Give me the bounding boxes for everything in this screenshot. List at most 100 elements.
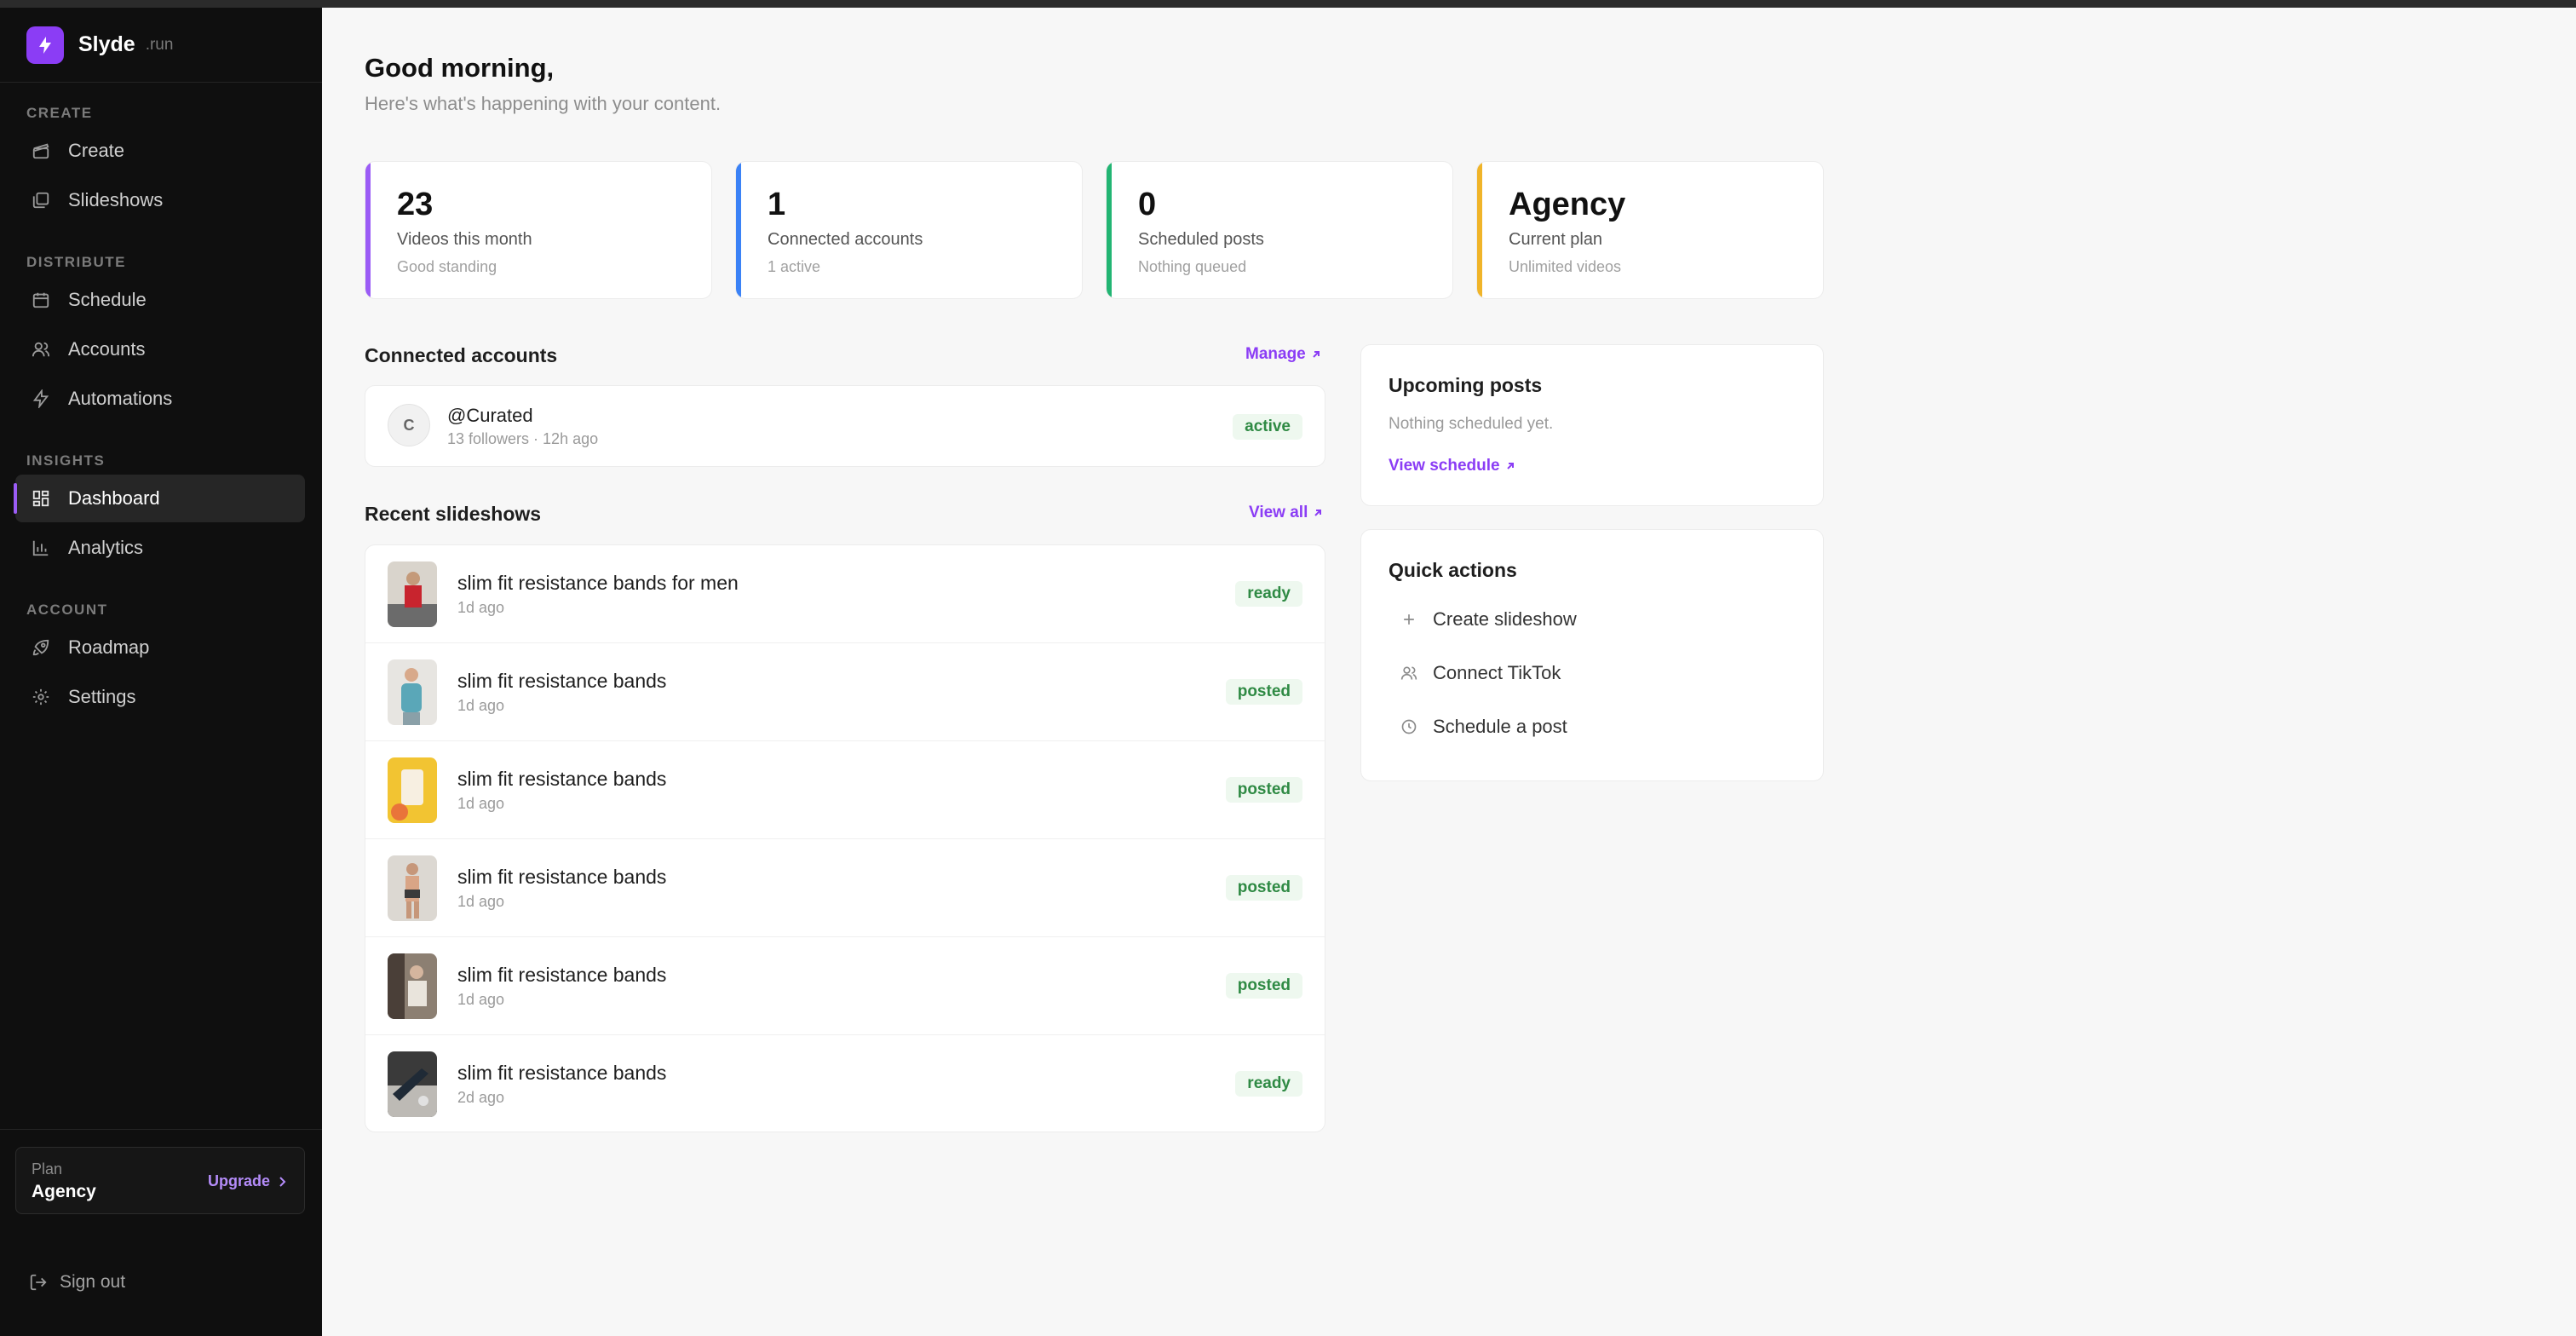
recent-slideshows-title: Recent slideshows — [365, 503, 542, 525]
slideshow-title: slim fit resistance bands — [457, 1062, 667, 1084]
sidebar: Slyde .run CREATE Create Slideshows DIST… — [0, 8, 322, 1336]
slideshow-thumbnail — [388, 953, 437, 1019]
quick-actions-panel: Quick actions Create slideshow Connect T… — [1360, 529, 1824, 781]
stat-accent — [1107, 162, 1112, 298]
view-all-label: View all — [1249, 504, 1308, 521]
stat-label: Videos this month — [397, 230, 532, 249]
upgrade-label: Upgrade — [207, 1172, 270, 1189]
arrow-up-right-icon — [1314, 510, 1322, 516]
sidebar-item-label: Accounts — [68, 338, 146, 360]
arrow-up-right-icon — [1506, 463, 1514, 469]
slideshow-title: slim fit resistance bands — [457, 768, 667, 790]
quick-action-label: Schedule a post — [1433, 716, 1567, 737]
stat-label: Scheduled posts — [1138, 230, 1264, 249]
status-badge: ready — [1235, 581, 1302, 607]
slideshow-thumbnail — [388, 659, 437, 725]
view-schedule-link[interactable]: View schedule — [1389, 457, 1515, 475]
arrow-up-right-icon — [1313, 351, 1320, 358]
sidebar-item-automations[interactable]: Automations — [15, 375, 305, 423]
rocket-icon — [31, 637, 51, 658]
calendar-icon — [31, 290, 51, 310]
slideshow-thumbnail — [388, 1051, 437, 1117]
plan-value: Agency — [32, 1182, 96, 1201]
slideshow-title: slim fit resistance bands — [457, 670, 667, 692]
nav-section-distribute: DISTRIBUTE — [26, 254, 126, 270]
upcoming-empty-text: Nothing scheduled yet. — [1389, 415, 1554, 433]
stat-label: Current plan — [1509, 230, 1603, 249]
page-subtitle: Here's what's happening with your conten… — [365, 93, 722, 114]
bolt-icon — [31, 389, 51, 409]
slideshow-time: 2d ago — [457, 1089, 505, 1106]
slideshow-row[interactable]: slim fit resistance bands 1d ago posted — [365, 839, 1325, 937]
stat-accent — [736, 162, 741, 298]
slideshow-thumbnail — [388, 561, 437, 627]
slideshow-title: slim fit resistance bands — [457, 866, 667, 888]
slideshow-row[interactable]: slim fit resistance bands 1d ago posted — [365, 741, 1325, 839]
account-row[interactable]: C @Curated 13 followers · 12h ago active — [365, 386, 1325, 466]
stat-card-scheduled-posts: 0 Scheduled posts Nothing queued — [1106, 161, 1453, 299]
brand[interactable]: Slyde .run — [0, 8, 322, 83]
gear-icon — [31, 687, 51, 707]
status-badge: posted — [1225, 973, 1302, 999]
upcoming-posts-title: Upcoming posts — [1389, 374, 1543, 396]
stat-card-connected-accounts: 1 Connected accounts 1 active — [735, 161, 1083, 299]
plan-label: Plan — [32, 1160, 63, 1178]
view-all-link[interactable]: View all — [1249, 504, 1323, 522]
slideshow-time: 1d ago — [457, 991, 505, 1008]
sidebar-item-settings[interactable]: Settings — [15, 673, 305, 721]
slideshow-row[interactable]: slim fit resistance bands 1d ago posted — [365, 937, 1325, 1035]
create-slideshow-button[interactable]: Create slideshow — [1399, 608, 1577, 631]
users-icon — [1399, 663, 1419, 683]
slideshow-row[interactable]: slim fit resistance bands 2d ago ready — [365, 1035, 1325, 1133]
sidebar-item-label: Schedule — [68, 289, 147, 310]
sign-out-button[interactable]: Sign out — [29, 1272, 125, 1293]
slideshow-time: 1d ago — [457, 697, 505, 714]
nav-section-insights: INSIGHTS — [26, 452, 106, 469]
slideshow-row[interactable]: slim fit resistance bands for men 1d ago… — [365, 545, 1325, 643]
images-icon — [31, 190, 51, 210]
slideshow-time: 1d ago — [457, 795, 505, 812]
account-meta: 13 followers · 12h ago — [447, 430, 599, 447]
nav-section-account: ACCOUNT — [26, 602, 108, 618]
quick-actions-title: Quick actions — [1389, 559, 1517, 581]
stat-value: 0 — [1138, 187, 1157, 222]
status-badge: posted — [1225, 875, 1302, 901]
stat-sub: Good standing — [397, 258, 497, 275]
users-icon — [31, 339, 51, 360]
stat-card-videos: 23 Videos this month Good standing — [365, 161, 712, 299]
sidebar-item-schedule[interactable]: Schedule — [15, 276, 305, 324]
brand-tld: .run — [145, 35, 174, 54]
stat-accent — [1477, 162, 1482, 298]
divider — [0, 1129, 322, 1130]
sign-out-label: Sign out — [60, 1272, 126, 1292]
stat-sub: Unlimited videos — [1509, 258, 1622, 275]
sidebar-item-label: Settings — [68, 686, 136, 707]
slideshow-thumbnail — [388, 855, 437, 921]
sign-out-icon — [30, 1274, 47, 1291]
schedule-post-button[interactable]: Schedule a post — [1399, 716, 1567, 738]
connected-accounts-title: Connected accounts — [365, 344, 558, 366]
quick-action-label: Connect TikTok — [1433, 662, 1561, 683]
recent-slideshows-panel: slim fit resistance bands for men 1d ago… — [365, 544, 1325, 1132]
window-top-bar — [0, 0, 2576, 8]
avatar: C — [388, 404, 430, 446]
status-badge: active — [1233, 414, 1302, 440]
plus-icon — [1399, 609, 1419, 630]
sidebar-item-accounts[interactable]: Accounts — [15, 325, 305, 373]
slideshow-thumbnail — [388, 757, 437, 823]
status-badge: ready — [1235, 1071, 1302, 1097]
bolt-logo-icon — [26, 26, 64, 64]
sidebar-item-slideshows[interactable]: Slideshows — [15, 176, 305, 224]
connect-tiktok-button[interactable]: Connect TikTok — [1399, 662, 1561, 684]
sidebar-item-dashboard[interactable]: Dashboard — [14, 475, 305, 522]
upgrade-button[interactable]: Upgrade — [208, 1172, 287, 1190]
sidebar-item-roadmap[interactable]: Roadmap — [15, 624, 305, 671]
quick-action-label: Create slideshow — [1433, 608, 1577, 630]
sidebar-item-label: Dashboard — [68, 487, 160, 509]
brand-name: Slyde — [78, 32, 135, 56]
manage-link[interactable]: Manage — [1245, 345, 1321, 364]
sidebar-item-analytics[interactable]: Analytics — [15, 524, 305, 572]
sidebar-item-label: Roadmap — [68, 636, 150, 658]
slideshow-row[interactable]: slim fit resistance bands 1d ago posted — [365, 643, 1325, 741]
sidebar-item-create[interactable]: Create — [15, 127, 305, 175]
